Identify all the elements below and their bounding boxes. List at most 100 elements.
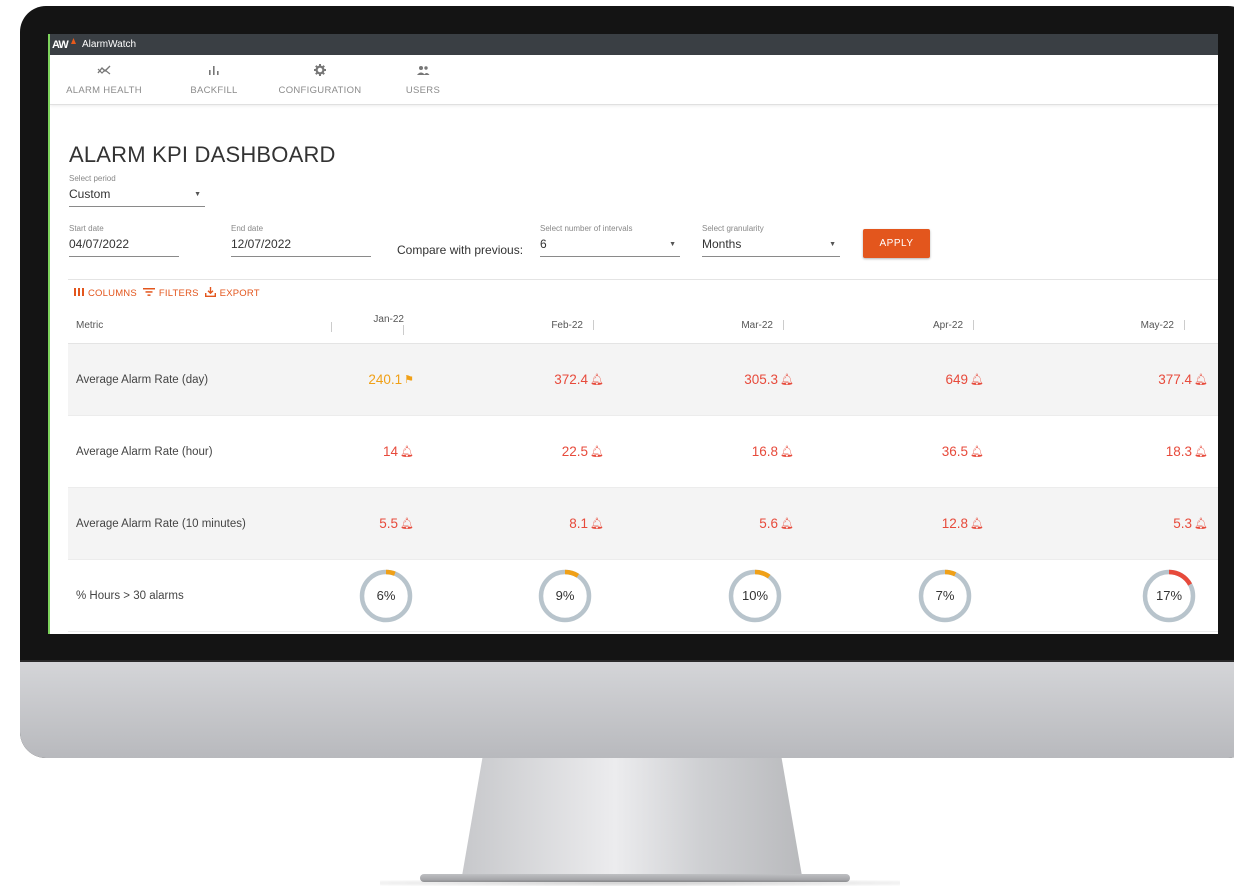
app-logo: AW bbox=[52, 37, 76, 52]
percentage-donut: 7% bbox=[917, 568, 973, 624]
column-header-label: Feb-22 bbox=[551, 319, 583, 331]
column-header-may[interactable]: May-22 bbox=[997, 320, 1208, 331]
intervals-label: Select number of intervals bbox=[540, 224, 633, 233]
row-label: Average Alarm Rate (hour) bbox=[76, 445, 213, 458]
bell-icon: 🔔︎ bbox=[970, 374, 984, 386]
kpi-value: 36.5 bbox=[941, 444, 969, 459]
kpi-value-cell: 16.8 🔔︎ bbox=[604, 444, 794, 459]
donut-cell: 10% bbox=[593, 568, 783, 624]
column-separator bbox=[403, 325, 404, 336]
filters-label: FILTERS bbox=[158, 288, 199, 299]
table-row: Average Alarm Rate (day) 240.1 ⚑ 372.4 🔔︎ … bbox=[68, 344, 1218, 416]
kpi-value-cell: 12.8 🔔︎ bbox=[794, 516, 984, 531]
column-header-label: Metric bbox=[76, 319, 104, 331]
kpi-value-cell: 18.3 🔔︎ bbox=[984, 444, 1208, 459]
percentage-donut: 17% bbox=[1141, 568, 1197, 624]
kpi-value: 5.5 bbox=[379, 516, 399, 531]
donut-percent: 10% bbox=[741, 588, 769, 603]
kpi-value: 305.3 bbox=[744, 372, 779, 387]
bell-icon: 🔔︎ bbox=[590, 518, 604, 530]
chevron-down-icon: ▼ bbox=[194, 190, 201, 198]
column-header-feb[interactable]: Feb-22 bbox=[427, 320, 617, 331]
logo-mark-icon bbox=[71, 38, 76, 44]
row-values: 14 🔔︎ 22.5 🔔︎ 16.8 🔔︎ 36.5 🔔︎ 18.3 🔔︎ bbox=[368, 444, 1208, 459]
kpi-value: 22.5 bbox=[561, 444, 589, 459]
column-header-jan[interactable]: Jan-22 bbox=[368, 314, 427, 336]
bell-icon: 🔔︎ bbox=[1194, 446, 1208, 458]
donut-percent: 7% bbox=[935, 588, 955, 603]
column-header-metric[interactable]: Metric bbox=[68, 319, 368, 332]
apply-button[interactable]: APPLY bbox=[863, 229, 930, 258]
end-date-value-row: 12/07/2022 bbox=[231, 237, 371, 257]
monitor-chin bbox=[20, 662, 1234, 758]
kpi-value-cell: 305.3 🔔︎ bbox=[604, 372, 794, 387]
kpi-value: 377.4 bbox=[1158, 372, 1193, 387]
column-separator bbox=[331, 321, 332, 332]
donut-percent: 17% bbox=[1155, 588, 1183, 603]
column-header-label: Mar-22 bbox=[741, 319, 773, 331]
flag-icon: ⚑ bbox=[404, 374, 414, 386]
columns-button[interactable]: COLUMNS bbox=[74, 288, 137, 299]
nav-backfill[interactable]: BACKFILL bbox=[164, 55, 264, 105]
kpi-value: 5.3 bbox=[1173, 516, 1193, 531]
row-values: 240.1 ⚑ 372.4 🔔︎ 305.3 🔔︎ 649 🔔︎ 377.4 🔔︎ bbox=[368, 372, 1208, 387]
percentage-donut: 10% bbox=[727, 568, 783, 624]
grid-header-row: Metric Jan-22 Feb-22 Mar-22 Apr-22 May-2… bbox=[68, 307, 1218, 344]
kpi-value-cell: 372.4 🔔︎ bbox=[414, 372, 604, 387]
end-date-value: 12/07/2022 bbox=[231, 237, 292, 251]
end-date-field[interactable]: End date 12/07/2022 bbox=[231, 224, 371, 257]
nav-label: BACKFILL bbox=[190, 84, 238, 96]
gear-icon bbox=[314, 63, 326, 78]
page-title: ALARM KPI DASHBOARD bbox=[69, 142, 336, 167]
donut-values: 6% 9% 10% 7% 17% bbox=[359, 568, 1197, 624]
donut-cell: 17% bbox=[973, 568, 1197, 624]
bell-icon: 🔔︎ bbox=[590, 374, 604, 386]
row-label: Average Alarm Rate (10 minutes) bbox=[76, 517, 246, 530]
nav-alarm-health[interactable]: ALARM HEALTH bbox=[50, 55, 164, 105]
kpi-value-cell: 36.5 🔔︎ bbox=[794, 444, 984, 459]
export-button[interactable]: EXPORT bbox=[204, 287, 260, 300]
bell-icon: 🔔︎ bbox=[1194, 518, 1208, 530]
chevron-down-icon: ▼ bbox=[829, 240, 836, 248]
granularity-value-row: Months ▼ bbox=[702, 237, 840, 257]
granularity-select[interactable]: Select granularity Months ▼ bbox=[702, 224, 840, 257]
donut-cell: 7% bbox=[783, 568, 973, 624]
trending-icon bbox=[97, 64, 111, 78]
column-header-label: Jan-22 bbox=[373, 314, 404, 325]
bell-icon: 🔔︎ bbox=[780, 446, 794, 458]
row-label: % Hours > 30 alarms bbox=[76, 589, 184, 602]
kpi-value-cell: 649 🔔︎ bbox=[794, 372, 985, 387]
period-select[interactable]: Select period Custom ▼ bbox=[69, 174, 205, 207]
donut-percent: 6% bbox=[376, 588, 396, 603]
column-header-label: May-22 bbox=[1140, 319, 1174, 331]
nav-configuration[interactable]: CONFIGURATION bbox=[264, 55, 376, 105]
intervals-select[interactable]: Select number of intervals 6 ▼ bbox=[540, 224, 680, 257]
kpi-value: 12.8 bbox=[941, 516, 969, 531]
kpi-value-cell: 240.1 ⚑ bbox=[368, 372, 414, 387]
app-title: AlarmWatch bbox=[82, 39, 137, 50]
column-header-mar[interactable]: Mar-22 bbox=[617, 320, 807, 331]
filters-button[interactable]: FILTERS bbox=[142, 288, 199, 299]
bell-icon: 🔔︎ bbox=[780, 518, 794, 530]
period-value-row: Custom ▼ bbox=[69, 187, 205, 207]
table-row: Average Alarm Rate (hour) 14 🔔︎ 22.5 🔔︎ 16… bbox=[68, 416, 1218, 488]
column-header-apr[interactable]: Apr-22 bbox=[807, 320, 997, 331]
export-label: EXPORT bbox=[219, 288, 260, 299]
monitor-shadow bbox=[380, 880, 900, 886]
granularity-value: Months bbox=[702, 237, 742, 251]
people-icon bbox=[416, 64, 430, 78]
kpi-value-cell: 8.1 🔔︎ bbox=[414, 516, 604, 531]
nav-users[interactable]: USERS bbox=[376, 55, 470, 105]
kpi-value-cell: 14 🔔︎ bbox=[368, 444, 414, 459]
kpi-value: 14 bbox=[383, 444, 399, 459]
kpi-value-cell: 5.3 🔔︎ bbox=[984, 516, 1208, 531]
table-row: % Hours > 30 alarms 6% 9% 10% 7% 17% bbox=[68, 560, 1218, 632]
filter-icon bbox=[142, 288, 155, 299]
end-date-label: End date bbox=[231, 224, 264, 233]
app-screen: AW AlarmWatch ALARM HEALTH BACKFILL CONF… bbox=[48, 34, 1218, 634]
start-date-field[interactable]: Start date 04/07/2022 bbox=[69, 224, 179, 257]
bell-icon: 🔔︎ bbox=[970, 518, 984, 530]
kpi-value: 8.1 bbox=[569, 516, 589, 531]
nav-label: USERS bbox=[405, 84, 441, 96]
columns-label: COLUMNS bbox=[88, 288, 137, 299]
